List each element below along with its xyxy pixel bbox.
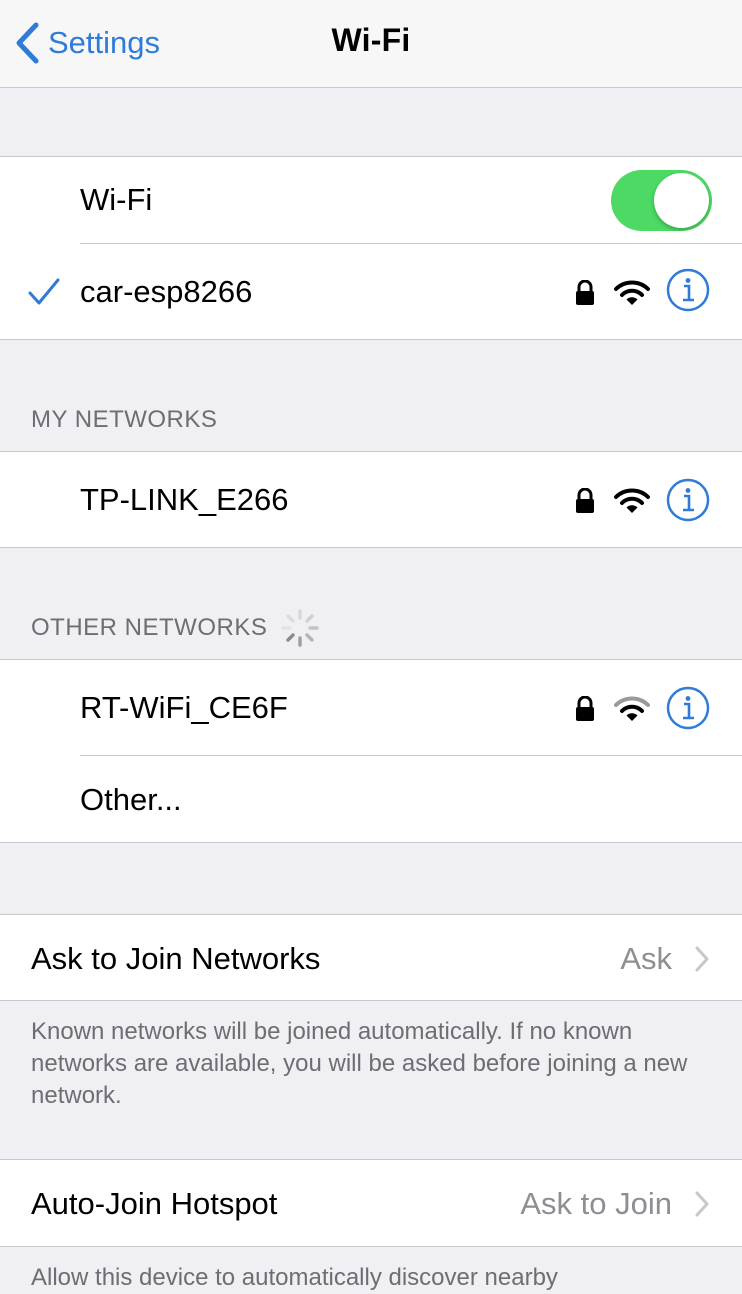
wifi-signal-icon — [614, 488, 650, 513]
info-button-icon[interactable] — [666, 478, 710, 522]
auto-join-hotspot-footer: Allow this device to automatically disco… — [31, 1264, 558, 1291]
auto-join-hotspot-value: Ask to Join — [520, 1186, 672, 1221]
info-button-icon[interactable] — [666, 268, 710, 312]
other-networks-group: RT-WiFi_CE6F Other... — [0, 659, 742, 843]
lock-icon — [576, 488, 594, 513]
auto-join-hotspot-group: Auto-Join Hotspot Ask to Join — [0, 1159, 742, 1247]
toggle-knob — [654, 173, 709, 228]
auto-join-hotspot-label: Auto-Join Hotspot — [31, 1186, 278, 1221]
my-networks-header: MY NETWORKS — [31, 406, 218, 433]
ask-to-join-group: Ask to Join Networks Ask — [0, 914, 742, 1001]
auto-join-hotspot-row[interactable]: Auto-Join Hotspot Ask to Join — [0, 1160, 742, 1247]
network-row[interactable]: TP-LINK_E266 — [0, 452, 742, 548]
wifi-signal-icon — [614, 696, 650, 721]
checkmark-icon — [28, 278, 60, 305]
ask-to-join-footer: Known networks will be joined automatica… — [31, 1018, 688, 1109]
network-name: TP-LINK_E266 — [80, 482, 289, 517]
connected-network-name: car-esp8266 — [80, 274, 253, 309]
wifi-signal-icon — [614, 280, 650, 305]
my-networks-group: TP-LINK_E266 — [0, 451, 742, 548]
other-networks-header: OTHER NETWORKS — [31, 614, 268, 641]
other-network-label: Other... — [80, 782, 182, 817]
other-network-row[interactable]: Other... — [0, 756, 742, 843]
navigation-bar: Settings Wi-Fi — [0, 0, 742, 88]
connected-network-row[interactable]: car-esp8266 — [0, 244, 742, 340]
network-row[interactable]: RT-WiFi_CE6F — [0, 660, 742, 756]
info-button-icon[interactable] — [666, 686, 710, 730]
loading-spinner-icon — [281, 609, 319, 647]
chevron-right-icon — [695, 946, 709, 972]
lock-icon — [576, 280, 594, 305]
chevron-right-icon — [695, 1191, 709, 1217]
lock-icon — [576, 696, 594, 721]
wifi-toggle-label: Wi-Fi — [80, 182, 153, 217]
wifi-group: Wi-Fi car-esp8266 — [0, 156, 742, 340]
page-title: Wi-Fi — [331, 22, 411, 58]
ask-to-join-value: Ask — [620, 941, 672, 976]
wifi-toggle-switch[interactable] — [611, 170, 712, 231]
wifi-toggle-row: Wi-Fi — [0, 157, 742, 244]
network-name: RT-WiFi_CE6F — [80, 690, 288, 725]
ask-to-join-row[interactable]: Ask to Join Networks Ask — [0, 915, 742, 1001]
ask-to-join-label: Ask to Join Networks — [31, 941, 321, 976]
